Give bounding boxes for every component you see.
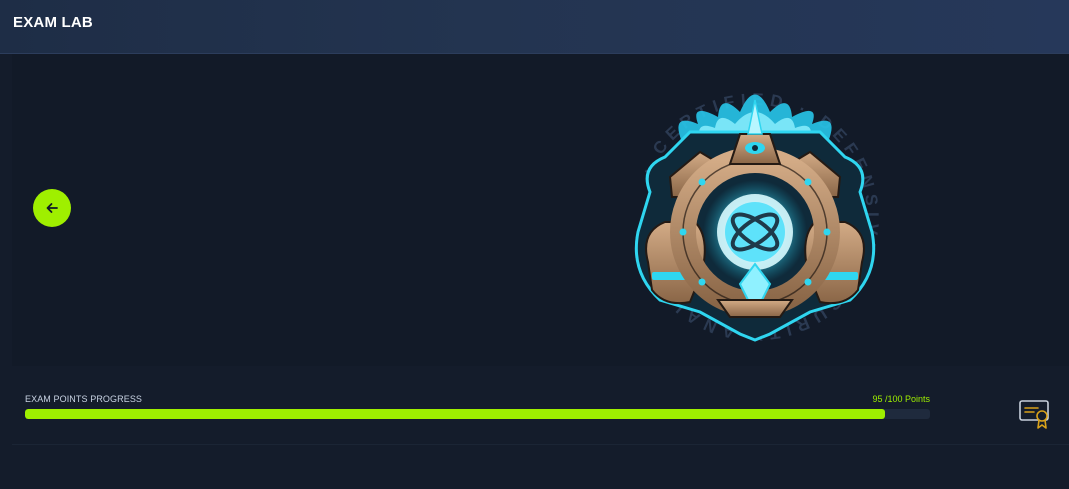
page-title: EXAM LAB <box>13 14 93 31</box>
top-bar: EXAM LAB <box>0 0 1069 54</box>
back-button[interactable] <box>33 189 71 227</box>
progress-bar <box>25 409 930 419</box>
progress-value: 95 /100 Points <box>872 394 930 404</box>
certificate-icon[interactable] <box>1018 398 1052 430</box>
content-footer-area <box>12 445 1069 489</box>
certification-badge: · CERTIFIED · DEFENSIVE SECURITY ANALYST… <box>600 57 900 362</box>
hero-banner <box>12 54 1069 367</box>
arrow-left-icon <box>46 203 58 213</box>
progress-label: EXAM POINTS PROGRESS <box>25 394 143 404</box>
exam-progress-panel: EXAM POINTS PROGRESS 95 /100 Points <box>12 366 1069 445</box>
progress-bar-fill <box>25 409 885 419</box>
